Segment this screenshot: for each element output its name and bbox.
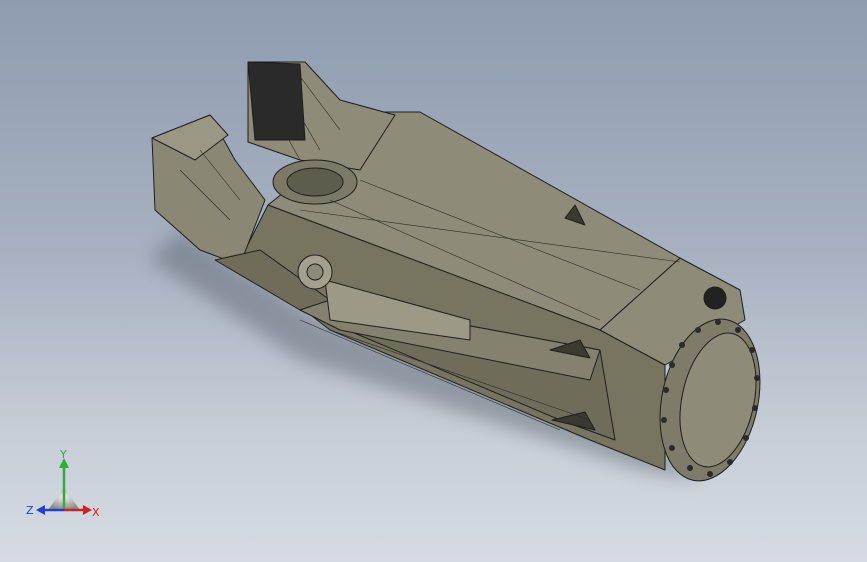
bolt-hole: [752, 405, 758, 411]
orientation-triad[interactable]: Y X Z: [22, 448, 106, 524]
upper-jaw-dark-face: [247, 61, 306, 141]
y-axis-label: Y: [59, 448, 67, 461]
graphics-viewport[interactable]: Y X Z: [0, 0, 867, 562]
bolt-hole: [735, 327, 741, 333]
bolt-hole: [749, 347, 755, 353]
bolt-hole: [669, 445, 675, 451]
bolt-hole: [707, 471, 713, 477]
pin-joint-center: [306, 263, 324, 281]
rear-port: [703, 286, 727, 310]
bolt-hole: [669, 362, 675, 368]
bolt-hole: [695, 327, 701, 333]
x-axis-arrow: [83, 505, 92, 515]
x-axis-label: X: [92, 506, 100, 519]
model-body: [151, 61, 761, 482]
bolt-hole: [687, 465, 693, 471]
bolt-hole: [743, 435, 749, 441]
bolt-hole: [715, 319, 721, 325]
bolt-hole: [679, 342, 685, 348]
bolt-hole: [661, 417, 667, 423]
bolt-hole: [754, 375, 760, 381]
turntable-gear-inner: [286, 167, 344, 197]
z-axis-label: Z: [26, 504, 34, 517]
bolt-hole: [727, 459, 733, 465]
bolt-hole: [663, 387, 669, 393]
z-axis-arrow: [36, 505, 45, 515]
cad-model-3d[interactable]: [0, 0, 867, 562]
